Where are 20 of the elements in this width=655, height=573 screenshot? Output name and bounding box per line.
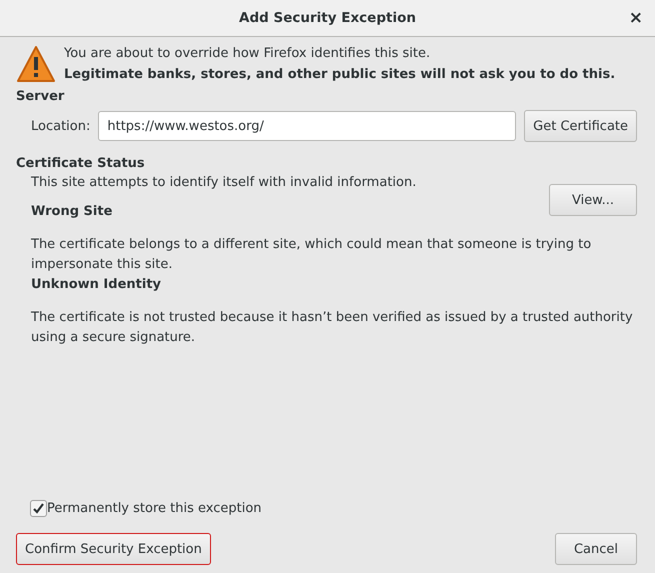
problem-text: The certificate belongs to a different site, which could mean that someone is trying to impersonate this site.: [31, 236, 592, 274]
confirm-button[interactable]: Confirm Security Exception: [16, 533, 211, 565]
checkbox-label: Permanently store this exception: [47, 501, 262, 516]
cancel-button[interactable]: Cancel: [555, 533, 637, 565]
section-heading: Certificate Status: [16, 156, 146, 171]
problem-title: Unknown Identity: [31, 277, 162, 292]
problem-title: Wrong Site: [31, 204, 114, 219]
status-summary: This site attempts to identify itself with invalid information.: [31, 175, 416, 190]
problem-text: The certificate is not trusted because it hasn’t been verified as issued by a trusted authority using a secure signature.: [31, 309, 634, 347]
warning-text: You are about to override how Firefox identifies this site.: [64, 46, 432, 61]
location-label: Location:: [31, 118, 90, 134]
location-field[interactable]: https://www.westos.org/: [98, 111, 516, 141]
close-button[interactable]: ×: [628, 8, 643, 28]
section-heading: Server: [16, 89, 66, 104]
view-button[interactable]: View...: [549, 184, 637, 216]
warning-icon: [16, 45, 56, 85]
checkbox[interactable]: [30, 500, 47, 517]
window-title: Add Security Exception: [239, 10, 416, 26]
warning-text: Legitimate banks, stores, and other public sites will not ask you to do this.: [64, 67, 616, 82]
get-certificate-button[interactable]: Get Certificate: [524, 110, 637, 142]
